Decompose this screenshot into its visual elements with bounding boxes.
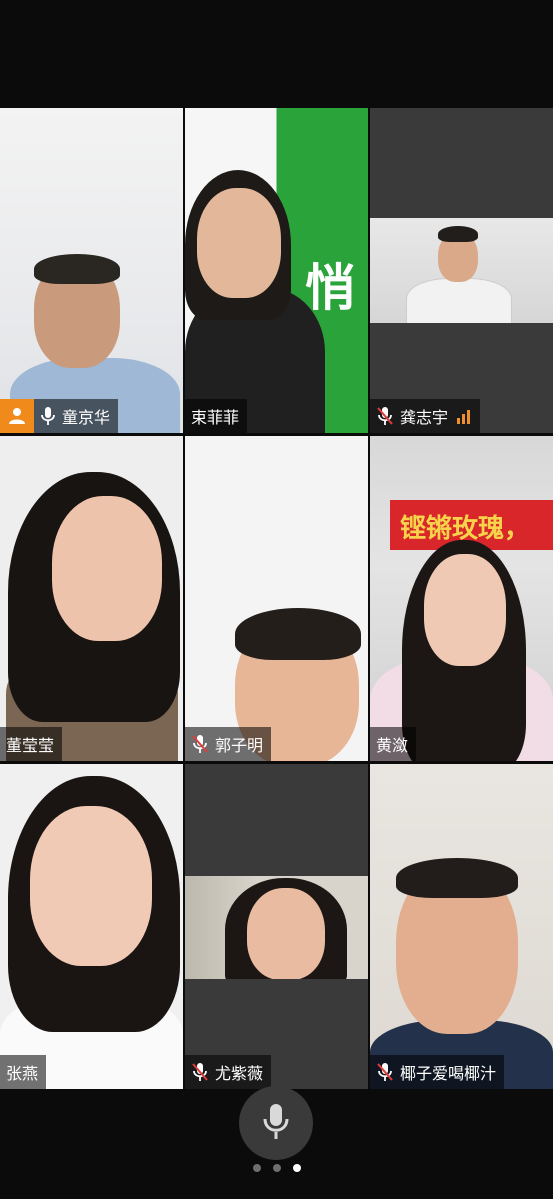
participant-label: 郭子明: [185, 727, 272, 761]
microphone-icon: [40, 406, 56, 426]
participant-tile[interactable]: 椰子爱喝椰汁: [370, 764, 553, 1089]
microphone-muted-icon: [191, 734, 209, 754]
participant-label: 尤紫薇: [185, 1055, 272, 1089]
participant-tile[interactable]: 铿锵玫瑰， 黄潋: [370, 436, 553, 761]
participant-tile[interactable]: 悄 束菲菲: [185, 108, 368, 433]
participant-tile[interactable]: 董莹莹: [0, 436, 183, 761]
participant-label: 束菲菲: [185, 399, 248, 433]
video-feed: [0, 436, 183, 761]
participant-name: 椰子爱喝椰汁: [400, 1064, 497, 1083]
participant-name: 龚志宇: [400, 408, 449, 427]
video-feed: 铿锵玫瑰，: [370, 436, 553, 761]
participant-name: 童京华: [62, 408, 111, 427]
participant-tile[interactable]: 童京华: [0, 108, 183, 433]
participant-label: 黄潋: [370, 727, 417, 761]
page-indicator: [0, 1164, 553, 1172]
microphone-muted-icon: [376, 406, 394, 426]
participant-tile[interactable]: 张燕: [0, 764, 183, 1089]
video-feed: [370, 764, 553, 1089]
page-dot[interactable]: [272, 1164, 281, 1172]
participant-tile[interactable]: 龚志宇: [370, 108, 553, 433]
wall-sign: 悄: [305, 258, 355, 317]
participant-name: 董莹莹: [6, 736, 55, 755]
participant-label: 童京华: [0, 399, 119, 433]
participant-name: 黄潋: [376, 736, 409, 755]
video-feed: [370, 218, 553, 323]
microphone-toggle-button[interactable]: [239, 1086, 313, 1160]
microphone-icon: [261, 1101, 291, 1145]
video-feed: [185, 876, 368, 979]
participant-tile[interactable]: 尤紫薇: [185, 764, 368, 1089]
video-grid: 童京华 悄 束菲菲 龚志宇 董莹莹 郭子明 铿锵玫瑰， 黄潋 张燕 尤紫薇 椰子…: [0, 108, 553, 1089]
video-feed: [0, 764, 183, 1089]
participant-name: 尤紫薇: [215, 1064, 264, 1083]
microphone-muted-icon: [191, 1062, 209, 1082]
participant-name: 张燕: [6, 1064, 39, 1083]
participant-tile[interactable]: 郭子明: [185, 436, 368, 761]
participant-label: 张燕: [0, 1055, 47, 1089]
video-feed: [185, 436, 368, 761]
page-dot[interactable]: [252, 1164, 261, 1172]
page-dot-active[interactable]: [292, 1164, 301, 1172]
participant-name: 束菲菲: [191, 408, 240, 427]
signal-strength-icon: [456, 408, 472, 424]
video-feed: [0, 108, 183, 433]
participant-label: 董莹莹: [0, 727, 63, 761]
host-badge-icon: [0, 399, 34, 433]
participant-label: 龚志宇: [370, 399, 481, 433]
microphone-muted-icon: [376, 1062, 394, 1082]
participant-name: 郭子明: [215, 736, 264, 755]
participant-label: 椰子爱喝椰汁: [370, 1055, 505, 1089]
video-feed: 悄: [185, 108, 368, 433]
